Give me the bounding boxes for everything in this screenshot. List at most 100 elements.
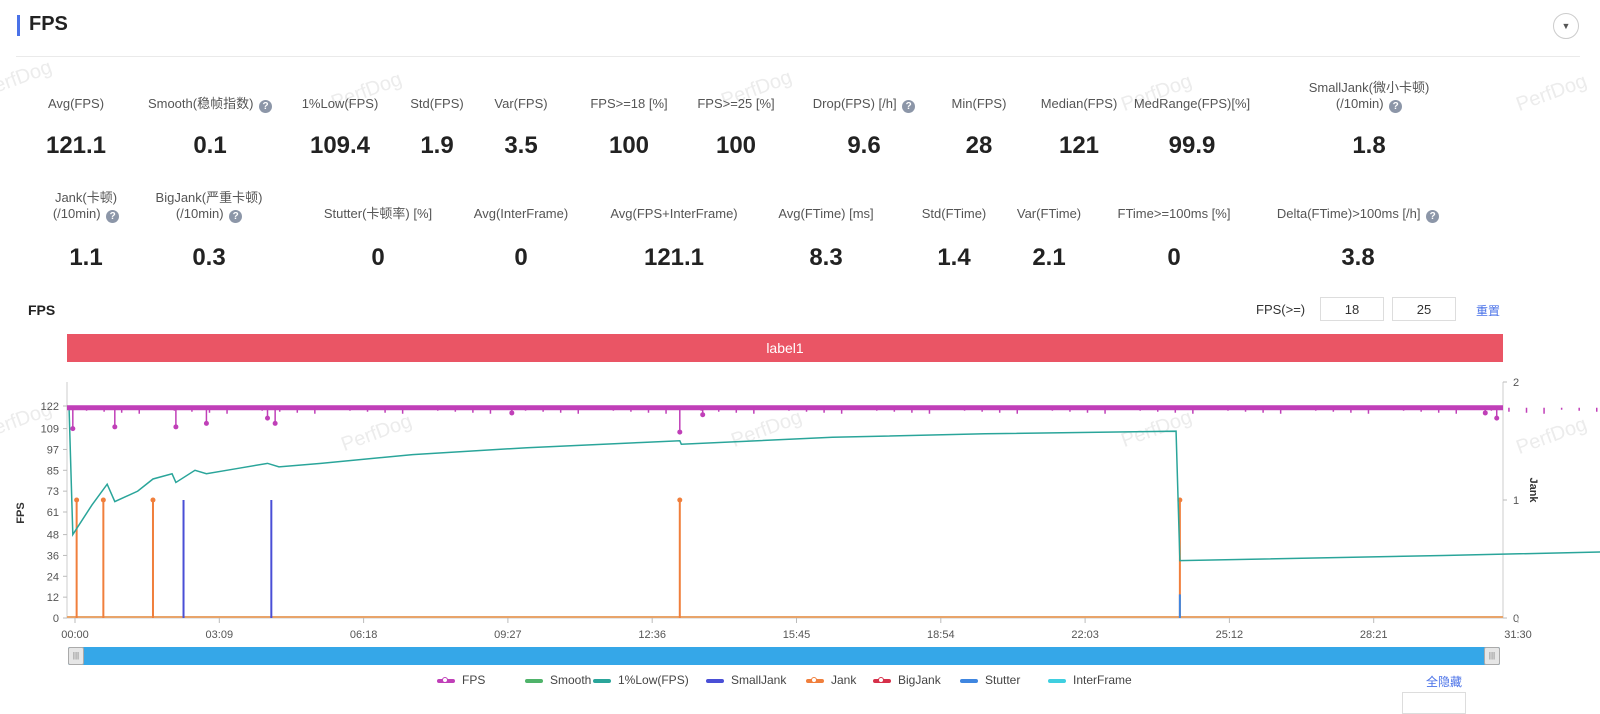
legend-item-smalljank[interactable]: SmallJank — [706, 673, 786, 687]
metric-label-text: Avg(FPS) — [47, 96, 105, 111]
fps-dip-point — [265, 415, 271, 421]
help-icon[interactable]: ? — [229, 210, 243, 223]
x-tick-label: 31:30 — [1504, 629, 1532, 641]
section-header: FPS ▼ — [0, 0, 1600, 57]
legend-label: BigJank — [898, 673, 941, 687]
legend-item-stutter[interactable]: Stutter — [960, 673, 1020, 687]
x-tick-label: 00:00 — [61, 629, 89, 641]
legend-swatch-icon — [1048, 678, 1066, 683]
legend-swatch-icon — [960, 678, 978, 683]
metric-label-text: BigJank(严重卡顿) — [155, 190, 263, 205]
series-fps-line — [67, 405, 1503, 411]
y-tick-label: 48 — [47, 530, 59, 542]
x-tick-label: 12:36 — [638, 629, 666, 641]
y-tick-label: 109 — [41, 424, 59, 436]
metric-label-text: Avg(InterFrame) — [473, 206, 569, 221]
legend-swatch-icon — [873, 676, 891, 683]
legend-swatch-icon — [593, 678, 611, 683]
metric-label-unit-text: (/10min) — [175, 206, 224, 221]
y-tick-label: 12 — [47, 592, 59, 604]
metric-delta-ftime-100ms-h: Delta(FTime)>100ms [/h] ? 3.8 — [1248, 190, 1468, 271]
y-axis-title: FPS — [15, 502, 27, 523]
x-tick-label: 15:45 — [783, 629, 811, 641]
help-icon[interactable]: ? — [1426, 210, 1440, 223]
y-tick-label: 61 — [47, 507, 59, 519]
reset-link[interactable]: 重置 — [1476, 302, 1500, 319]
x-tick-label: 03:09 — [206, 629, 234, 641]
jank-marker-dot — [100, 497, 106, 503]
help-icon[interactable]: ? — [1389, 100, 1403, 113]
legend-label: SmallJank — [731, 673, 787, 687]
collapse-button[interactable]: ▼ — [1553, 13, 1579, 39]
legend-swatch-icon — [525, 678, 543, 683]
series-1-low-line — [68, 405, 1600, 562]
metric-label: Delta(FTime)>100ms [/h] ? — [1248, 206, 1468, 223]
x-tick-label: 06:18 — [350, 629, 378, 641]
range-handle-right[interactable]: ||| — [1484, 647, 1500, 665]
y2-tick-label: 1 — [1513, 495, 1519, 507]
caret-down-icon: ▼ — [1561, 21, 1571, 31]
x-tick-label: 22:03 — [1071, 629, 1099, 641]
fps-dip-point — [272, 420, 278, 426]
y2-tick-label: 2 — [1513, 377, 1519, 389]
metric-label-text: FTime>=100ms [%] — [1117, 206, 1231, 221]
fps-threshold-1-input[interactable] — [1320, 297, 1384, 321]
legend-item-1-low-fps[interactable]: 1%Low(FPS) — [593, 673, 689, 687]
title-accent-bar — [17, 15, 20, 36]
range-handle-left[interactable]: ||| — [68, 647, 84, 665]
legend-item-bigjank[interactable]: BigJank — [873, 673, 941, 687]
time-range-scrollbar[interactable] — [68, 647, 1500, 665]
x-tick-label: 18:54 — [927, 629, 955, 641]
header-divider — [16, 56, 1580, 57]
fps-dip-point — [700, 412, 706, 418]
legend-label: Stutter — [985, 673, 1021, 687]
y-tick-label: 122 — [41, 401, 59, 413]
fps-dip-point — [677, 429, 683, 435]
fps-dip-point — [70, 426, 76, 432]
metric-label: SmallJank(微小卡顿) — [1259, 80, 1479, 96]
x-tick-label: 09:27 — [494, 629, 522, 641]
metric-label-unit-text: (/10min) — [1335, 96, 1384, 111]
metric-value: 3.8 — [1341, 244, 1375, 271]
legend-swatch-icon — [706, 678, 724, 683]
hide-all-link[interactable]: 全隐藏 — [1426, 673, 1462, 690]
jank-marker-dot — [74, 497, 80, 503]
fps-threshold-label: FPS(>=) — [1256, 302, 1306, 317]
legend-item-fps[interactable]: FPS — [437, 673, 485, 687]
legend-swatch-icon — [437, 676, 455, 683]
legend-item-interframe[interactable]: InterFrame — [1048, 673, 1132, 687]
fps-dip-point — [203, 420, 209, 426]
y-tick-label: 97 — [47, 444, 59, 456]
fps-dip-point — [112, 424, 118, 430]
legend-label: InterFrame — [1073, 673, 1132, 687]
legend-item-jank[interactable]: Jank — [806, 673, 856, 687]
x-tick-label: 25:12 — [1216, 629, 1244, 641]
metric-value: 1.8 — [1352, 132, 1386, 159]
chart-legend: FPS Smooth 1%Low(FPS) SmallJank Jank BigJank S… — [0, 673, 1600, 691]
y2-axis-title: Jank — [1527, 477, 1539, 503]
watermark: PerfDog — [1513, 70, 1590, 116]
metric-label-text: MedRange(FPS)[%] — [1133, 96, 1251, 111]
jank-marker-dot — [150, 497, 156, 503]
section-title: FPS — [29, 13, 68, 35]
chart-title: FPS — [28, 302, 56, 318]
legend-label: Smooth — [550, 673, 592, 687]
fps-chart: 01224364861738597109122012FPSJank00:00 03… — [15, 377, 1600, 641]
fps-dip-point — [173, 424, 179, 430]
legend-label: Jank — [831, 673, 857, 687]
legend-item-smooth[interactable]: Smooth — [525, 673, 591, 687]
fps-dip-point — [1494, 415, 1500, 421]
jank-marker-dot — [677, 497, 683, 503]
legend-label: 1%Low(FPS) — [618, 673, 689, 687]
y-tick-label: 85 — [47, 465, 59, 477]
metric-label-unit: (/10min) ? — [1259, 96, 1479, 113]
legend-swatch-icon — [806, 676, 824, 683]
metric-smalljank: SmallJank(微小卡顿) (/10min) ? 1.8 — [1259, 80, 1479, 160]
fps-threshold-2-input[interactable] — [1392, 297, 1456, 321]
y-tick-label: 24 — [47, 571, 59, 583]
metric-label-text: Delta(FTime)>100ms [/h] — [1276, 206, 1421, 221]
fps-dip-point — [509, 410, 515, 416]
label-band[interactable]: label1 — [67, 334, 1503, 362]
legend-label: FPS — [462, 673, 486, 687]
metric-label-unit-text: (/10min) — [52, 206, 101, 221]
